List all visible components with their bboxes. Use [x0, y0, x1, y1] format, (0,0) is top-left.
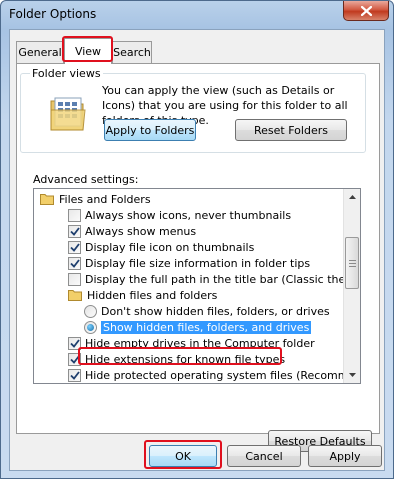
- checkbox-checked[interactable]: [68, 240, 81, 254]
- tab-search[interactable]: Search: [112, 41, 152, 63]
- cancel-button[interactable]: Cancel: [227, 445, 301, 467]
- folder-options-window: Folder Options General Search View Folde…: [0, 0, 394, 479]
- option-display-file-size-info[interactable]: Display file size information in folder …: [68, 255, 360, 271]
- tree-folder-files-and-folders: Files and Folders: [40, 191, 350, 207]
- checkbox-checked[interactable]: [68, 368, 81, 382]
- chevron-up-icon: [348, 195, 356, 199]
- advanced-settings-label: Advanced settings:: [33, 173, 139, 186]
- advanced-settings-list[interactable]: Files and Folders Always show icons, nev…: [33, 188, 361, 384]
- folder-views-icon: [50, 97, 86, 131]
- tab-view[interactable]: View: [64, 38, 112, 64]
- option-hide-protected-os-files[interactable]: Hide protected operating system files (R…: [68, 367, 360, 383]
- checkbox-checked[interactable]: [68, 352, 81, 366]
- title-bar[interactable]: Folder Options: [1, 1, 393, 29]
- radio-selected[interactable]: [84, 320, 97, 334]
- folder-icon: [40, 194, 54, 205]
- checkbox-checked[interactable]: [68, 256, 81, 270]
- checkmark-icon: [69, 242, 80, 252]
- option-always-show-menus[interactable]: Always show menus: [68, 223, 360, 239]
- checkmark-icon: [69, 226, 80, 236]
- option-display-full-path[interactable]: Display the full path in the title bar (…: [68, 271, 360, 287]
- scroll-down-button[interactable]: [344, 367, 360, 383]
- ok-button[interactable]: OK: [149, 445, 217, 467]
- radio-dot: [87, 323, 94, 331]
- reset-folders-button[interactable]: Reset Folders: [235, 119, 347, 141]
- checkmark-icon: [69, 354, 80, 364]
- option-dont-show-hidden[interactable]: Don't show hidden files, folders, or dri…: [84, 303, 360, 319]
- apply-to-folders-button[interactable]: Apply to Folders: [104, 119, 196, 141]
- scroll-up-button[interactable]: [344, 189, 360, 205]
- folder-icon: [68, 290, 82, 301]
- window-title: Folder Options: [9, 7, 97, 21]
- checkbox-unchecked[interactable]: [68, 208, 81, 222]
- folder-views-label: Folder views: [30, 67, 103, 80]
- option-hide-extensions[interactable]: Hide extensions for known file types: [68, 351, 360, 367]
- close-button[interactable]: [343, 1, 389, 21]
- chevron-down-icon: [348, 373, 356, 377]
- close-icon: [360, 5, 372, 16]
- option-show-hidden[interactable]: Show hidden files, folders, and drives: [84, 319, 360, 335]
- radio-unselected[interactable]: [84, 304, 97, 318]
- checkbox-unchecked[interactable]: [68, 272, 81, 286]
- checkbox-checked[interactable]: [68, 336, 81, 350]
- dialog-body: General Search View Folder views You can…: [9, 29, 385, 471]
- scrollbar-thumb[interactable]: [345, 237, 359, 289]
- checkmark-icon: [69, 370, 80, 380]
- option-display-file-icon-on-thumbnails[interactable]: Display file icon on thumbnails: [68, 239, 360, 255]
- checkbox-checked[interactable]: [68, 224, 81, 238]
- tree-folder-hidden-files: Hidden files and folders: [68, 287, 360, 303]
- checkmark-icon: [69, 338, 80, 348]
- checkmark-icon: [69, 258, 80, 268]
- option-hide-empty-drives[interactable]: Hide empty drives in the Computer folder: [68, 335, 360, 351]
- tab-general[interactable]: General: [16, 41, 64, 63]
- vertical-scrollbar[interactable]: [343, 189, 360, 383]
- option-always-show-icons[interactable]: Always show icons, never thumbnails: [68, 207, 360, 223]
- apply-button[interactable]: Apply: [308, 445, 382, 467]
- selected-option-label: Show hidden files, folders, and drives: [101, 320, 312, 334]
